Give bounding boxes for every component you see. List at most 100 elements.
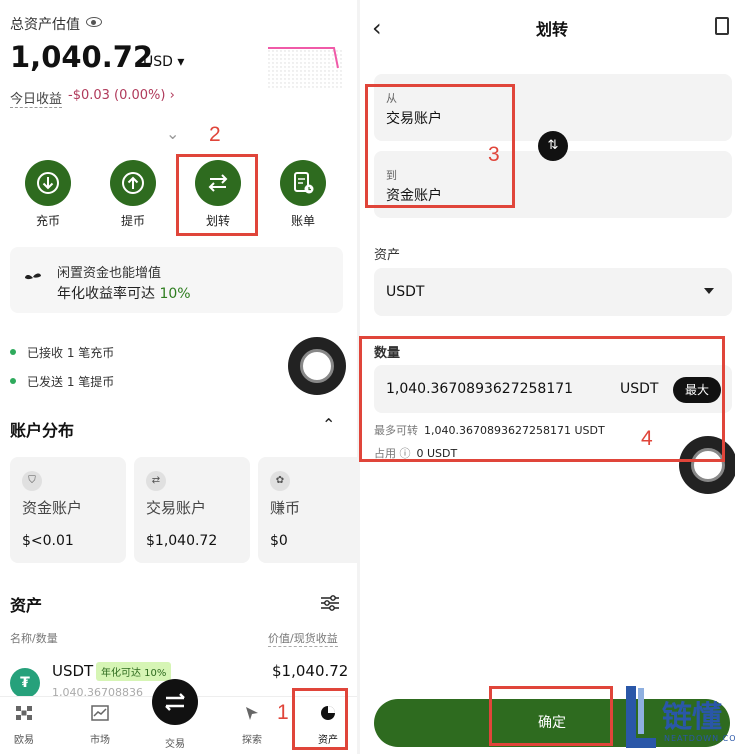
promo-rate: 10% [159,286,191,302]
amount-label: 数量 [374,346,401,361]
swap-vertical-icon: ⇅ [547,138,559,153]
swap-accounts-button[interactable]: ⇅ [538,131,568,161]
nav-label: 欧易 [14,735,34,746]
swap-icon: ⇄ [146,471,166,491]
amount-unit: USDT [620,381,659,397]
card-value: $1,040.72 [146,533,218,549]
max-transferable-value: 1,040.3670893627258171 USDT [424,424,605,437]
asset-select[interactable]: USDT [374,268,732,316]
assets-icon [321,706,335,720]
swap-arrows-icon [165,693,185,711]
caret-down-icon [704,288,714,294]
deposit-button[interactable]: 充币 [18,160,78,229]
chevron-up-icon[interactable]: ⌃ [322,415,335,434]
sparkline-chart [268,47,342,90]
bill-icon [280,160,326,206]
deposit-label: 充币 [35,214,60,228]
currency-selector[interactable]: USD ▾ [143,54,184,70]
card-name: 资金账户 [22,499,83,517]
earn-account-card[interactable]: ✿ 赚币 $0 [258,457,357,563]
card-name: 交易账户 [146,499,207,517]
occupied-value: 0 USDT [416,447,458,460]
trade-fab-button[interactable] [152,679,198,725]
occupied-label: 占用 ⓘ [374,447,411,460]
floating-assistive-button[interactable] [679,436,735,494]
nav-label: 交易 [165,739,185,750]
to-account-field[interactable]: 到 资金账户 [374,151,732,218]
asset-label: 资产 [374,248,401,263]
promo-title: 闲置资金也能增值 [57,266,162,281]
withdraw-icon [110,160,156,206]
sprout-icon [25,273,41,285]
eye-icon[interactable] [86,17,102,27]
nav-explore[interactable]: 探索 [232,705,272,746]
usdt-logo-icon: ₮ [10,668,40,698]
transfer-button[interactable]: 划转 [188,160,248,229]
asset-select-value: USDT [386,284,425,300]
watermark-subtext: NEATDOWN.COM [664,734,735,743]
to-value: 资金账户 [386,188,442,204]
amount-value: 1,040.3670893627258171 [386,381,574,397]
card-value: $0 [270,533,288,549]
history-icon[interactable] [715,17,729,35]
card-name: 赚币 [270,499,301,517]
nav-assets[interactable]: 资产 [308,705,348,746]
annotation-number-1: 1 [277,701,289,724]
annotation-number-3: 3 [488,143,500,166]
nav-market[interactable]: 市场 [80,705,120,746]
nav-home[interactable]: 欧易 [4,705,44,746]
max-transferable-label: 最多可转 [374,424,418,437]
transfer-label: 划转 [205,214,230,228]
assets-title: 资产 [10,596,43,615]
nav-trade[interactable]: 交易 [155,735,195,750]
occupied-amount: 占用 ⓘ 0 USDT [374,445,457,461]
explore-icon [246,707,258,720]
max-button[interactable]: 最大 [673,377,721,403]
from-label: 从 [386,92,397,105]
col-name-qty: 名称/数量 [10,632,58,645]
withdraw-label: 提币 [120,214,145,228]
bill-label: 账单 [290,214,315,228]
status-dot [10,378,16,384]
total-value: 1,040.72 [10,40,154,74]
asset-value: $1,040.72 [272,662,349,680]
lock-icon: ⛉ [22,471,42,491]
annotation-number-2: 2 [209,123,221,146]
to-label: 到 [386,169,397,182]
filter-icon[interactable] [320,594,340,612]
market-icon [91,705,109,721]
annotation-number-4: 4 [641,427,653,450]
status-dot [10,349,16,355]
earn-icon: ✿ [270,471,290,491]
chevron-down-icon[interactable]: ⌄ [166,124,179,143]
floating-assistive-button[interactable] [288,337,346,395]
from-value: 交易账户 [386,111,442,127]
card-value: $<0.01 [22,533,74,549]
home-icon [16,706,32,720]
account-dist-title: 账户分布 [10,421,75,440]
today-pnl-value[interactable]: -$0.03 (0.00%) › [68,88,175,103]
back-arrow-icon[interactable]: ‹ [372,14,382,42]
nav-label: 资产 [318,735,338,746]
transfer-icon [195,160,241,206]
notice-deposit[interactable]: 已接收 1 笔充币 [27,344,114,361]
page-title: 划转 [536,20,569,39]
estimated-value-label: 总资产估值 [10,17,80,33]
withdraw-button[interactable]: 提币 [103,160,163,229]
max-transferable: 最多可转 1,040.3670893627258171 USDT [374,422,605,438]
asset-name[interactable]: USDT [52,662,93,680]
nav-label: 探索 [242,735,262,746]
trading-account-card[interactable]: ⇄ 交易账户 $1,040.72 [134,457,250,563]
screen-divider [357,0,360,754]
promo-subtitle: 年化收益率可达 10% [57,283,191,303]
funding-account-card[interactable]: ⛉ 资金账户 $<0.01 [10,457,126,563]
bill-button[interactable]: 账单 [273,160,333,229]
earn-promo-banner[interactable]: 闲置资金也能增值 年化收益率可达 10% [10,247,343,313]
promo-subtitle-text: 年化收益率可达 [57,286,155,302]
today-pnl-label: 今日收益 [10,88,63,108]
watermark-text: 链懂 [662,700,722,735]
notice-withdraw[interactable]: 已发送 1 笔提币 [27,373,114,390]
nav-label: 市场 [90,735,110,746]
watermark-logo-icon [626,686,656,748]
deposit-icon [25,160,71,206]
